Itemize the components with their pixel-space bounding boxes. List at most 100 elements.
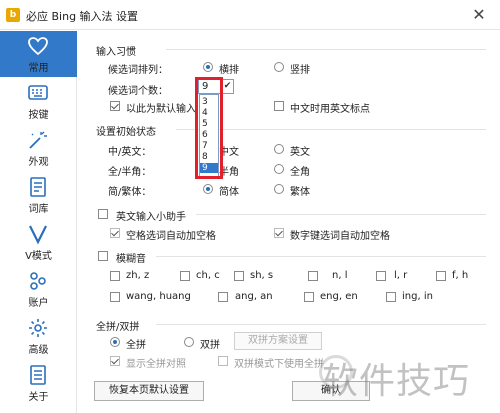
fuzzy-option-checkbox[interactable] bbox=[376, 271, 386, 281]
restore-defaults-button[interactable]: 恢复本页默认设置 bbox=[94, 381, 204, 401]
section-divider bbox=[166, 49, 486, 50]
fuzzy-option-checkbox[interactable] bbox=[180, 271, 190, 281]
fuzzy-option-label: n, l bbox=[332, 270, 348, 281]
candidate-count-option[interactable]: 6 bbox=[200, 130, 218, 140]
appearance-icon bbox=[29, 131, 47, 149]
candidate-count-option[interactable]: 7 bbox=[200, 141, 218, 151]
show-full-pinyin-label: 显示全拼对照 bbox=[126, 359, 186, 370]
app-logo-icon: b bbox=[6, 8, 20, 22]
fuzzy-option-checkbox[interactable] bbox=[436, 271, 446, 281]
fuzzy-option-label: f, h bbox=[452, 270, 469, 281]
sidebar-item-keys[interactable]: 按键 bbox=[0, 78, 77, 124]
sidebar-item-label: 常用 bbox=[28, 63, 49, 74]
heart-icon bbox=[28, 37, 48, 56]
fuzzy-option-label: l, r bbox=[394, 270, 408, 281]
horizontal-label: 横排 bbox=[219, 65, 239, 76]
auto-space-candidate-label: 空格选词自动加空格 bbox=[126, 231, 216, 242]
fuzzy-option-checkbox[interactable] bbox=[234, 271, 244, 281]
section-divider bbox=[156, 324, 486, 325]
full-width-radio[interactable] bbox=[274, 164, 284, 174]
english-radio[interactable] bbox=[274, 144, 284, 154]
candidate-count-value: 9 bbox=[202, 81, 209, 92]
section-divider bbox=[156, 256, 486, 257]
candidate-count-options: 3 4 5 6 7 8 9 bbox=[199, 94, 219, 177]
sidebar-item-label: 账户 bbox=[28, 298, 49, 309]
candidate-count-option[interactable]: 4 bbox=[200, 108, 218, 118]
simplified-label: 简体 bbox=[219, 187, 239, 198]
fuzzy-option-checkbox[interactable] bbox=[110, 271, 120, 281]
account-icon bbox=[30, 272, 46, 290]
fuzzy-option-label: ing, in bbox=[402, 291, 433, 302]
title-bar: b 必应 Bing 输入法 设置 ✕ bbox=[0, 0, 500, 30]
candidate-count-option[interactable]: 5 bbox=[200, 119, 218, 129]
simplified-radio[interactable] bbox=[203, 184, 213, 194]
english-punct-label: 中文时用英文标点 bbox=[290, 104, 370, 115]
gear-icon bbox=[29, 319, 47, 337]
double-mode-full-label: 双拼模式下使用全拼 bbox=[234, 359, 324, 370]
ok-button[interactable]: 确认 bbox=[292, 381, 370, 401]
fuzzy-option-checkbox[interactable] bbox=[218, 292, 228, 302]
section-title-pinyin: 全拼/双拼 bbox=[96, 322, 140, 333]
sidebar-item-label: V模式 bbox=[25, 251, 52, 262]
about-icon bbox=[30, 365, 46, 385]
sidebar-item-appearance[interactable]: 外观 bbox=[0, 125, 77, 171]
fuzzy-option-checkbox[interactable] bbox=[304, 292, 314, 302]
window-title: 必应 Bing 输入法 设置 bbox=[26, 10, 139, 23]
traditional-radio[interactable] bbox=[274, 184, 284, 194]
settings-content: 输入习惯 候选词排列： 横排 竖排 候选词个数： 9 ✔ 以此为默认输入 中文时… bbox=[78, 31, 500, 413]
half-width-label: 半角 bbox=[219, 167, 239, 178]
sidebar-item-label: 关于 bbox=[28, 392, 49, 403]
english-label: 英文 bbox=[290, 147, 310, 158]
section-title-initial: 设置初始状态 bbox=[96, 127, 156, 138]
sidebar: 常用 按键 外观 词库 V模式 账户 高级 关于 bbox=[0, 31, 77, 413]
full-pinyin-radio[interactable] bbox=[110, 337, 120, 347]
sidebar-item-label: 词库 bbox=[28, 204, 49, 215]
cn-en-label: 中/英文： bbox=[108, 147, 152, 158]
double-mode-full-checkbox[interactable] bbox=[218, 356, 228, 366]
show-full-pinyin-checkbox[interactable] bbox=[110, 356, 120, 366]
fuzzy-option-label: wang, huang bbox=[126, 291, 191, 302]
fuzzy-option-checkbox[interactable] bbox=[110, 292, 120, 302]
candidate-count-option[interactable]: 3 bbox=[200, 97, 218, 107]
english-helper-title: 英文输入小助手 bbox=[116, 212, 186, 223]
candidate-count-label: 候选词个数： bbox=[108, 86, 168, 97]
fuzzy-option-label: sh, s bbox=[250, 270, 274, 281]
section-divider bbox=[176, 129, 486, 130]
sidebar-item-v-mode[interactable]: V模式 bbox=[0, 219, 77, 265]
sidebar-item-account[interactable]: 账户 bbox=[0, 266, 77, 312]
sidebar-item-dictionary[interactable]: 词库 bbox=[0, 172, 77, 218]
candidate-count-option-selected[interactable]: 9 bbox=[200, 163, 218, 173]
auto-space-number-checkbox[interactable] bbox=[274, 228, 284, 238]
double-pinyin-scheme-button[interactable]: 双拼方案设置 bbox=[234, 332, 322, 350]
fuzzy-option-label: ang, an bbox=[235, 291, 273, 302]
v-mode-icon bbox=[29, 225, 47, 245]
fuzzy-option-label: eng, en bbox=[320, 291, 358, 302]
sidebar-item-about[interactable]: 关于 bbox=[0, 360, 77, 406]
keyboard-icon bbox=[28, 85, 48, 100]
candidate-count-option[interactable]: 8 bbox=[200, 152, 218, 162]
auto-space-number-label: 数字键选词自动加空格 bbox=[290, 231, 390, 242]
sidebar-item-label: 高级 bbox=[28, 345, 49, 356]
script-label: 简/繁体： bbox=[108, 187, 152, 198]
english-helper-checkbox[interactable] bbox=[98, 209, 108, 219]
default-input-checkbox[interactable] bbox=[110, 101, 120, 111]
sidebar-item-label: 按键 bbox=[28, 110, 49, 121]
sidebar-item-common[interactable]: 常用 bbox=[0, 31, 77, 77]
fuzzy-option-checkbox[interactable] bbox=[308, 271, 318, 281]
fuzzy-checkbox[interactable] bbox=[98, 251, 108, 261]
full-width-label: 全角 bbox=[290, 167, 310, 178]
double-pinyin-radio[interactable] bbox=[184, 337, 194, 347]
double-pinyin-label: 双拼 bbox=[200, 340, 220, 351]
auto-space-candidate-checkbox[interactable] bbox=[110, 228, 120, 238]
fuzzy-option-checkbox[interactable] bbox=[386, 292, 396, 302]
chevron-down-icon[interactable]: ✔ bbox=[221, 80, 233, 93]
full-pinyin-label: 全拼 bbox=[126, 340, 146, 351]
vertical-label: 竖排 bbox=[290, 65, 310, 76]
english-punct-checkbox[interactable] bbox=[274, 101, 284, 111]
fuzzy-option-label: zh, z bbox=[126, 270, 150, 281]
vertical-radio[interactable] bbox=[274, 62, 284, 72]
close-icon[interactable]: ✕ bbox=[470, 6, 488, 24]
horizontal-radio[interactable] bbox=[203, 62, 213, 72]
sidebar-item-advanced[interactable]: 高级 bbox=[0, 313, 77, 359]
section-title-habits: 输入习惯 bbox=[96, 47, 136, 58]
